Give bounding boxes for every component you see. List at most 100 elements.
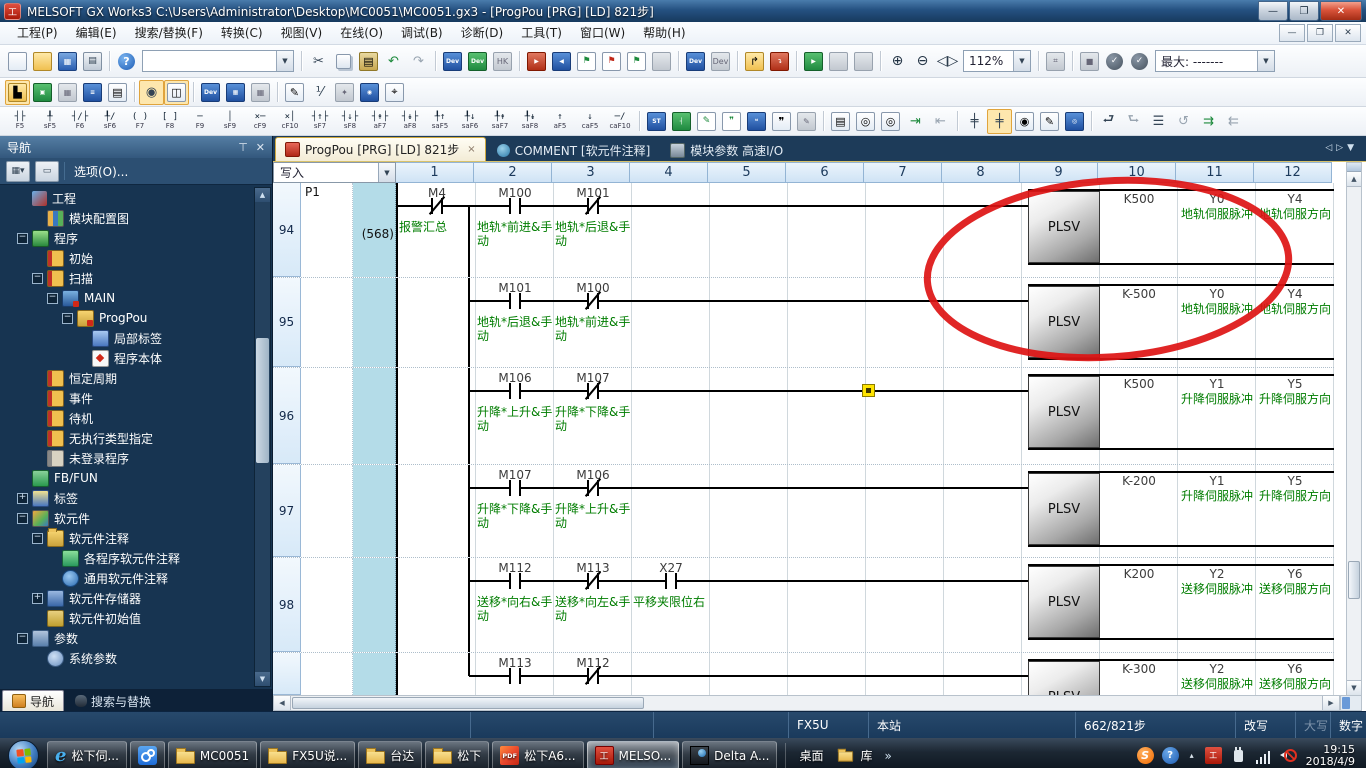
help-icon[interactable]: ? [114, 49, 139, 74]
ladder-row-number[interactable]: 97 [273, 465, 301, 557]
expander-icon[interactable]: − [17, 233, 28, 244]
menu-item-8[interactable]: 工具(T) [512, 23, 571, 44]
del-row-icon[interactable]: ⇤ [928, 109, 953, 134]
note-mag-icon[interactable]: ✎ [1037, 109, 1062, 134]
gray-b-icon[interactable] [851, 49, 876, 74]
zoom-combo[interactable]: 112%▼ [963, 50, 1031, 72]
split-box[interactable] [1347, 163, 1361, 172]
nav-item-14[interactable]: FB/FUN [0, 468, 272, 488]
ladder-symbol-saF5[interactable]: ╀↑saF5 [425, 108, 455, 135]
expander-icon[interactable]: + [17, 493, 28, 504]
paste-icon[interactable]: ▤ [356, 49, 381, 74]
chip-icon[interactable]: ▦ [55, 80, 80, 105]
scroll-left-icon[interactable]: ◀ [274, 696, 291, 710]
toolbar-chevron-icon[interactable]: » [880, 749, 895, 763]
nav-item-7[interactable]: 局部标签 [0, 328, 272, 348]
mdi-minimize-button[interactable]: — [1279, 24, 1305, 42]
tab-search-replace[interactable]: 搜索与替换 [66, 691, 160, 711]
help-icon[interactable]: ? [1162, 747, 1179, 764]
zoom-out-icon[interactable]: ⊖ [910, 49, 935, 74]
screen-img-icon[interactable]: ▣ [30, 80, 55, 105]
dev-mag-icon[interactable]: ◎ [1062, 109, 1087, 134]
ladder-ins-icon[interactable]: ┤ [669, 109, 694, 134]
nav-item-16[interactable]: −软元件 [0, 508, 272, 528]
document-tab-0[interactable]: ProgPou [PRG] [LD] 821步× [275, 137, 486, 161]
ladder-symbol-cF9[interactable]: ×─cF9 [245, 108, 275, 135]
dev-on-icon[interactable]: Dev [683, 49, 708, 74]
mdi-restore-button[interactable]: ❐ [1307, 24, 1333, 42]
power-plug-icon[interactable] [1230, 747, 1247, 764]
nav-item-2[interactable]: −程序 [0, 228, 272, 248]
ladder-row-number[interactable]: 94 [273, 183, 301, 277]
ladder-symbol-sF6[interactable]: ╀/sF6 [95, 108, 125, 135]
edit-cursor[interactable] [862, 384, 875, 397]
menu-item-4[interactable]: 视图(V) [272, 23, 332, 44]
taskbar-button-MELSO...[interactable]: 工MELSO... [587, 741, 680, 768]
ladder-symbol-caF10[interactable]: ─/caF10 [605, 108, 635, 135]
stmt-green-icon[interactable]: ✎ [694, 109, 719, 134]
dev-find-icon[interactable]: Dev [198, 80, 223, 105]
jump-next-icon[interactable]: ↴ [767, 49, 792, 74]
new-icon[interactable] [5, 49, 30, 74]
ladder-symbol-aF7[interactable]: ┤↟├aF7 [365, 108, 395, 135]
save-icon[interactable]: ▦ [55, 49, 80, 74]
scroll-down-icon[interactable]: ▼ [1347, 680, 1361, 695]
ladder-symbol-sF7[interactable]: ┤↑├sF7 [305, 108, 335, 135]
vline-ins-icon[interactable]: ╪ [962, 109, 987, 134]
libraries-toolbar[interactable]: 库 [831, 747, 877, 764]
gx-works3-tray-icon[interactable]: 工 [1205, 747, 1222, 764]
instruction-plsv[interactable]: PLSVK-500Y0地轨伺服脉冲Y4地轨伺服方向 [1028, 284, 1334, 360]
stmt-doc-icon[interactable]: ▤ [828, 109, 853, 134]
watch-icon[interactable]: ⌗ [1043, 49, 1068, 74]
dropdown-arrow-icon[interactable]: ▼ [276, 51, 293, 71]
step-gray-icon[interactable]: ■ [1077, 49, 1102, 74]
nav-item-4[interactable]: −扫描 [0, 268, 272, 288]
ladder-row-number[interactable] [273, 653, 301, 695]
expander-icon[interactable]: − [62, 313, 73, 324]
pc-verify-icon[interactable]: HK [490, 49, 515, 74]
scroll-thumb[interactable] [1348, 561, 1360, 599]
open-icon[interactable] [30, 49, 55, 74]
nav-item-23[interactable]: 系统参数 [0, 648, 272, 668]
close-panel-icon[interactable]: ✕ [256, 141, 265, 154]
zoom-fit-icon[interactable]: ◁▷ [935, 49, 960, 74]
nav-item-20[interactable]: +软元件存储器 [0, 588, 272, 608]
menu-item-2[interactable]: 搜索/替换(F) [126, 23, 212, 44]
dev-batch-r-icon[interactable]: ⚑ [599, 49, 624, 74]
ladder-symbol-sF9[interactable]: │sF9 [215, 108, 245, 135]
nav-item-19[interactable]: 通用软元件注释 [0, 568, 272, 588]
menu-item-3[interactable]: 转换(C) [212, 23, 272, 44]
ladder-row-number[interactable]: 98 [273, 558, 301, 652]
nav-item-8[interactable]: 程序本体 [0, 348, 272, 368]
desktop-toolbar[interactable]: 桌面 [794, 747, 828, 764]
find-binoc-icon[interactable]: ◉ [139, 80, 164, 105]
instruction-plsv[interactable]: PLSVK500Y1升降伺服脉冲Y5升降伺服方向 [1028, 374, 1334, 450]
nav-item-11[interactable]: 待机 [0, 408, 272, 428]
mdi-close-button[interactable]: ✕ [1335, 24, 1361, 42]
scroll-thumb[interactable] [292, 697, 644, 709]
ladder-symbol-F9[interactable]: ─F9 [185, 108, 215, 135]
undo-gray-icon[interactable]: ↺ [1171, 109, 1196, 134]
ladder-symbol-saF6[interactable]: ╀↓saF6 [455, 108, 485, 135]
wrap-make-icon[interactable]: ⮐ [1096, 109, 1121, 134]
scroll-right-icon[interactable]: ▶ [1322, 696, 1339, 710]
ladder-symbol-caF5[interactable]: ↓caF5 [575, 108, 605, 135]
menu-item-9[interactable]: 窗口(W) [571, 23, 634, 44]
copy-icon[interactable] [331, 49, 356, 74]
dev-grid-icon[interactable]: ▦ [223, 80, 248, 105]
instruction-plsv[interactable]: PLSVK200Y2送移伺服脉冲Y6送移伺服方向 [1028, 564, 1334, 640]
wrap-del-icon[interactable]: ⮑ [1121, 109, 1146, 134]
dev-test-icon[interactable]: ⚑ [624, 49, 649, 74]
nav-item-0[interactable]: 工程 [0, 188, 272, 208]
network-signal-icon[interactable] [1255, 747, 1272, 764]
mon-start-icon[interactable]: ▶ [524, 49, 549, 74]
nav-item-15[interactable]: +标签 [0, 488, 272, 508]
convert-a-icon[interactable]: ⇉ [1196, 109, 1221, 134]
nav-item-17[interactable]: −软元件注释 [0, 528, 272, 548]
vertical-scrollbar[interactable]: ▲ ▼ [1346, 162, 1362, 696]
instruction-plsv[interactable]: PLSVK-200Y1升降伺服脉冲Y5升降伺服方向 [1028, 471, 1334, 547]
expander-icon[interactable]: − [17, 513, 28, 524]
show-hidden-icons[interactable]: ▴ [1187, 747, 1197, 764]
write-mon-icon[interactable]: ▶ [801, 49, 826, 74]
tree-scrollbar[interactable]: ▲ ▼ [254, 187, 271, 687]
